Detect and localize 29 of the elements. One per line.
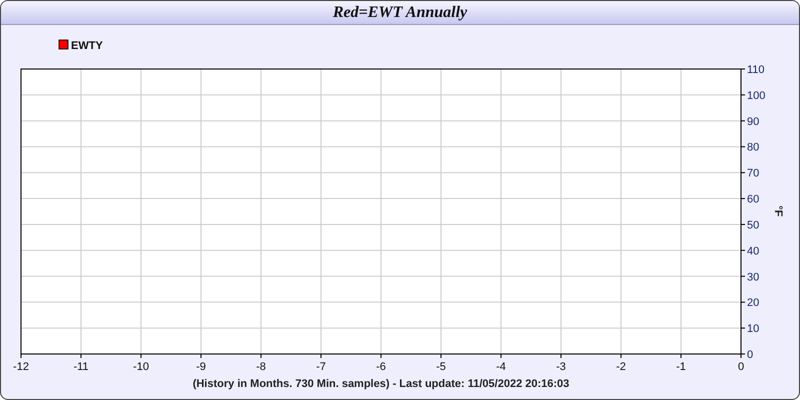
y-tick-label: 0 [747, 349, 754, 361]
y-tick-label: 40 [747, 245, 760, 258]
x-tick-label: -1 [676, 361, 686, 373]
x-tick-label: -11 [73, 361, 89, 373]
y-tick-label: 100 [747, 90, 766, 102]
y-tick-label: 20 [747, 297, 760, 310]
y-tick-label: 30 [747, 271, 760, 284]
legend-label: EWTY [71, 40, 103, 52]
y-tick-label: 10 [747, 323, 760, 336]
x-tick-label: -12 [13, 361, 29, 373]
x-tick-label: -6 [376, 361, 386, 373]
y-axis-label: °F [772, 205, 784, 217]
x-tick-label: -2 [616, 361, 626, 373]
x-tick-label: -4 [496, 361, 506, 373]
x-tick-label: -5 [436, 361, 446, 373]
y-tick-label: 50 [747, 219, 760, 232]
y-tick-label: 110 [747, 64, 765, 76]
window-title: Red=EWT Annually [1, 1, 799, 25]
y-tick-label: 70 [747, 168, 760, 180]
x-tick-label: 0 [738, 361, 744, 373]
x-axis-label: (History in Months. 730 Min. samples) - Last update: 11/05/2022 20:16:03 [192, 378, 570, 390]
x-tick-label: -9 [196, 361, 206, 373]
x-tick-label: -3 [556, 361, 566, 373]
y-tick-label: 80 [747, 142, 760, 154]
x-tick-label: -10 [133, 361, 149, 373]
y-tick-label: 60 [747, 194, 760, 206]
x-tick-label: -7 [316, 361, 326, 373]
y-tick-label: 90 [747, 116, 760, 128]
x-tick-label: -8 [256, 361, 266, 373]
